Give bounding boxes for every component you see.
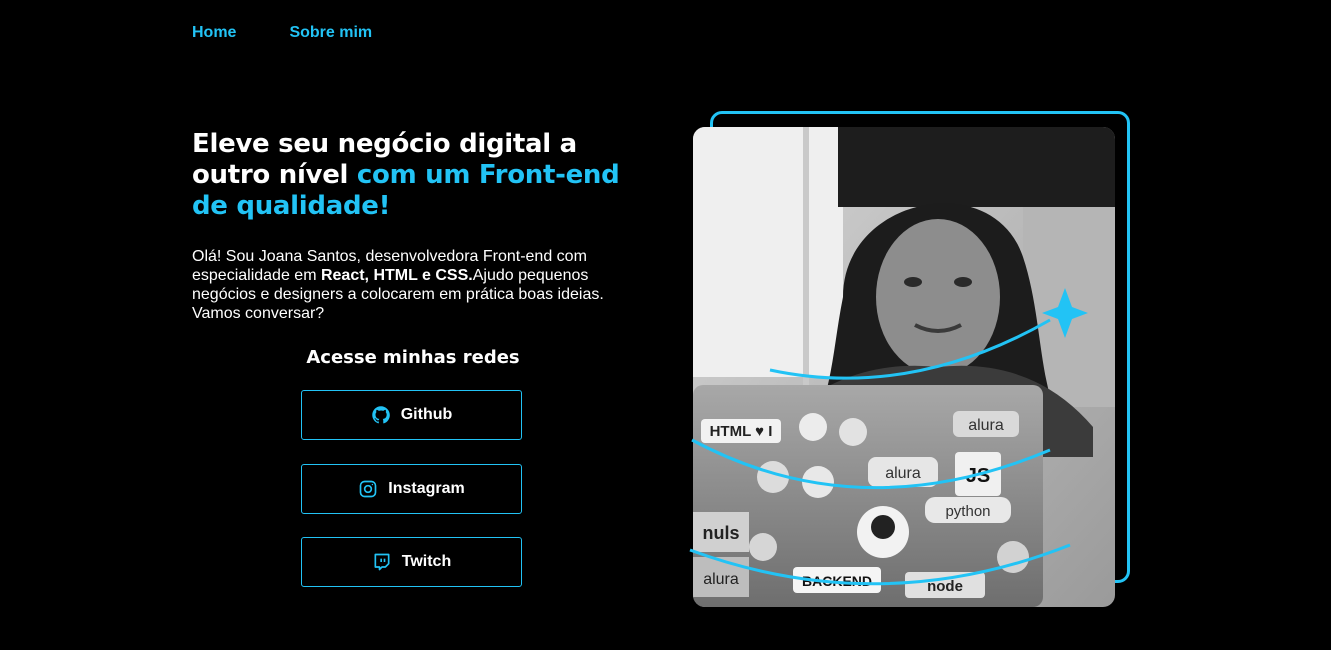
profile-photo: HTML ♥ I alura alura JS python nuls alur… [693, 127, 1115, 607]
sticker-alura-2: alura [885, 465, 921, 482]
nav-link-sobre-mim[interactable]: Sobre mim [289, 24, 372, 42]
twitch-icon [372, 552, 392, 572]
sticker-backend: BACKEND [802, 573, 872, 589]
github-button[interactable]: Github [301, 390, 522, 440]
sticker-html: HTML ♥ I [710, 423, 773, 440]
instagram-label: Instagram [388, 480, 465, 497]
sticker-nuls: nuls [702, 523, 739, 543]
github-label: Github [400, 406, 453, 423]
twitch-label: Twitch [401, 553, 452, 570]
sticker-alura-3: alura [703, 571, 739, 588]
sticker-python: python [945, 503, 990, 520]
social-section-title: Acesse minhas redes [306, 347, 520, 368]
intro-paragraph: Olá! Sou Joana Santos, desenvolvedora Fr… [192, 247, 642, 323]
github-icon [371, 405, 391, 425]
nav-link-home[interactable]: Home [192, 24, 236, 42]
sticker-alura-1: alura [968, 417, 1004, 434]
sticker-node: node [927, 578, 963, 595]
intro-text-bold: React, HTML e CSS. [320, 267, 473, 284]
hero-title: Eleve seu negócio digital a outro nível … [192, 129, 632, 222]
top-nav: Home Sobre mim [192, 24, 372, 42]
instagram-icon [358, 479, 378, 499]
sticker-js: JS [966, 465, 990, 487]
instagram-button[interactable]: Instagram [301, 464, 522, 514]
twitch-button[interactable]: Twitch [301, 537, 522, 587]
